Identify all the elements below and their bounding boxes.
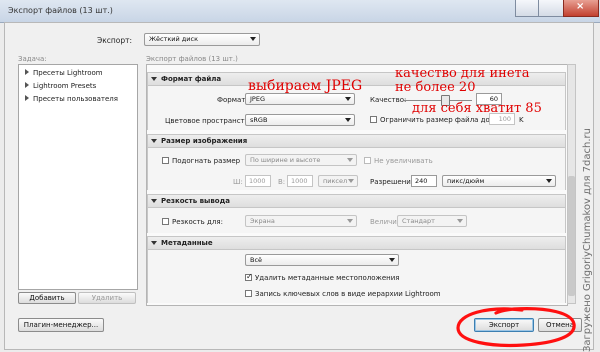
chevron-down-icon bbox=[546, 179, 552, 183]
format-value: JPEG bbox=[250, 95, 265, 103]
expand-icon bbox=[25, 69, 29, 75]
window-title: Экспорт файлов (13 шт.) bbox=[8, 6, 113, 15]
collapse-icon bbox=[151, 199, 157, 203]
chevron-down-icon bbox=[347, 219, 353, 223]
amount-select[interactable]: Стандарт bbox=[397, 215, 467, 227]
fit-size-label: Подогнать размер bbox=[172, 157, 241, 165]
height-input[interactable]: 1000 bbox=[287, 175, 313, 187]
chevron-down-icon bbox=[250, 37, 256, 41]
export-to-label: Экспорт: bbox=[97, 36, 133, 45]
watermark: Загружено GrigoriyChumakov для 7dach.ru bbox=[582, 128, 593, 352]
quality-label: Качество: bbox=[370, 96, 407, 104]
chevron-down-icon bbox=[348, 179, 354, 183]
maximize-button[interactable] bbox=[538, 0, 564, 17]
annotation-quality-self: для себя хватит 85 bbox=[412, 101, 542, 116]
expand-icon bbox=[25, 82, 29, 88]
minimize-button[interactable] bbox=[515, 0, 539, 17]
colorspace-value: sRGB bbox=[250, 116, 268, 124]
metadata-include-select[interactable]: Всё bbox=[245, 254, 399, 266]
chevron-down-icon bbox=[345, 97, 351, 101]
resolution-unit-value: пикс/дюйм bbox=[447, 177, 485, 185]
chevron-down-icon bbox=[457, 219, 463, 223]
preset-folder-label: Пресеты Lightroom bbox=[33, 69, 103, 77]
resolution-unit-select[interactable]: пикс/дюйм bbox=[442, 175, 556, 187]
annotation-circle bbox=[456, 307, 576, 348]
presets-label: Задача: bbox=[18, 55, 47, 63]
export-to-select[interactable]: Жёсткий диск bbox=[144, 33, 260, 46]
colorspace-select[interactable]: sRGB bbox=[245, 114, 355, 126]
remove-preset-button[interactable]: Удалить bbox=[78, 292, 136, 304]
sharpen-checkbox[interactable] bbox=[162, 218, 169, 225]
preset-folder-label: Пресеты пользователя bbox=[33, 95, 118, 103]
fit-size-checkbox[interactable] bbox=[162, 157, 169, 164]
metadata-title: Метаданные bbox=[161, 239, 213, 247]
add-preset-button[interactable]: Добавить bbox=[18, 292, 76, 304]
size-unit-select[interactable]: пиксел bbox=[318, 175, 358, 187]
height-label: В: bbox=[278, 178, 286, 186]
collapse-icon bbox=[151, 139, 157, 143]
no-enlarge-checkbox[interactable] bbox=[364, 157, 371, 164]
collapse-icon bbox=[151, 241, 157, 245]
preset-folder-label: Lightroom Presets bbox=[33, 82, 97, 90]
file-format-title: Формат файла bbox=[161, 75, 222, 83]
sharpen-for-select[interactable]: Экрана bbox=[245, 215, 357, 227]
annotation-quality-web-2: не более 20 bbox=[395, 80, 476, 95]
remove-location-label: Удалить метаданные местоположения bbox=[255, 274, 400, 282]
width-input[interactable]: 1000 bbox=[245, 175, 271, 187]
scrollbar-thumb[interactable] bbox=[568, 176, 575, 296]
format-label: Формат: bbox=[217, 96, 248, 104]
collapse-icon bbox=[151, 77, 157, 81]
chevron-down-icon bbox=[345, 118, 351, 122]
limit-size-unit: K bbox=[519, 116, 524, 124]
limit-size-label: Ограничить размер файла до: bbox=[380, 116, 493, 124]
resolution-input[interactable]: 240 bbox=[411, 175, 437, 187]
expand-icon bbox=[25, 95, 29, 101]
keyword-hierarchy-checkbox[interactable] bbox=[245, 290, 252, 297]
limit-size-checkbox[interactable] bbox=[370, 116, 377, 123]
metadata-include-value: Всё bbox=[250, 256, 263, 264]
plugin-manager-button[interactable]: Плагин-менеджер... bbox=[18, 318, 104, 332]
fit-size-select[interactable]: По ширине и высоте bbox=[245, 154, 357, 166]
size-unit-value: пиксел bbox=[323, 177, 348, 185]
annotation-quality-web-1: качество для инета bbox=[395, 66, 530, 81]
image-size-title: Размер изображения bbox=[161, 137, 248, 145]
preset-folder-lightroom[interactable]: Пресеты Lightroom bbox=[25, 69, 103, 77]
amount-value: Стандарт bbox=[402, 217, 435, 225]
preset-folder-user[interactable]: Пресеты пользователя bbox=[25, 95, 118, 103]
sharpen-for-value: Экрана bbox=[250, 217, 275, 225]
no-enlarge-label: Не увеличивать bbox=[374, 157, 433, 165]
remove-location-checkbox[interactable] bbox=[245, 272, 253, 281]
sharpening-title: Резкость вывода bbox=[161, 197, 230, 205]
colorspace-label: Цветовое пространство: bbox=[165, 117, 256, 125]
fit-size-value: По ширине и высоте bbox=[250, 156, 321, 164]
chevron-down-icon bbox=[389, 258, 395, 262]
width-label: Ш: bbox=[233, 178, 243, 186]
format-select[interactable]: JPEG bbox=[245, 93, 355, 105]
keyword-hierarchy-label: Запись ключевых слов в виде иерархии Lig… bbox=[255, 290, 441, 298]
annotation-choose-jpeg: выбираем JPEG bbox=[248, 78, 363, 94]
preset-folder-lightroom-presets[interactable]: Lightroom Presets bbox=[25, 82, 96, 90]
chevron-down-icon bbox=[347, 158, 353, 162]
export-to-value: Жёсткий диск bbox=[149, 35, 199, 43]
settings-header: Экспорт файлов (13 шт.) bbox=[146, 55, 238, 63]
sharpen-label: Резкость для: bbox=[172, 218, 223, 226]
